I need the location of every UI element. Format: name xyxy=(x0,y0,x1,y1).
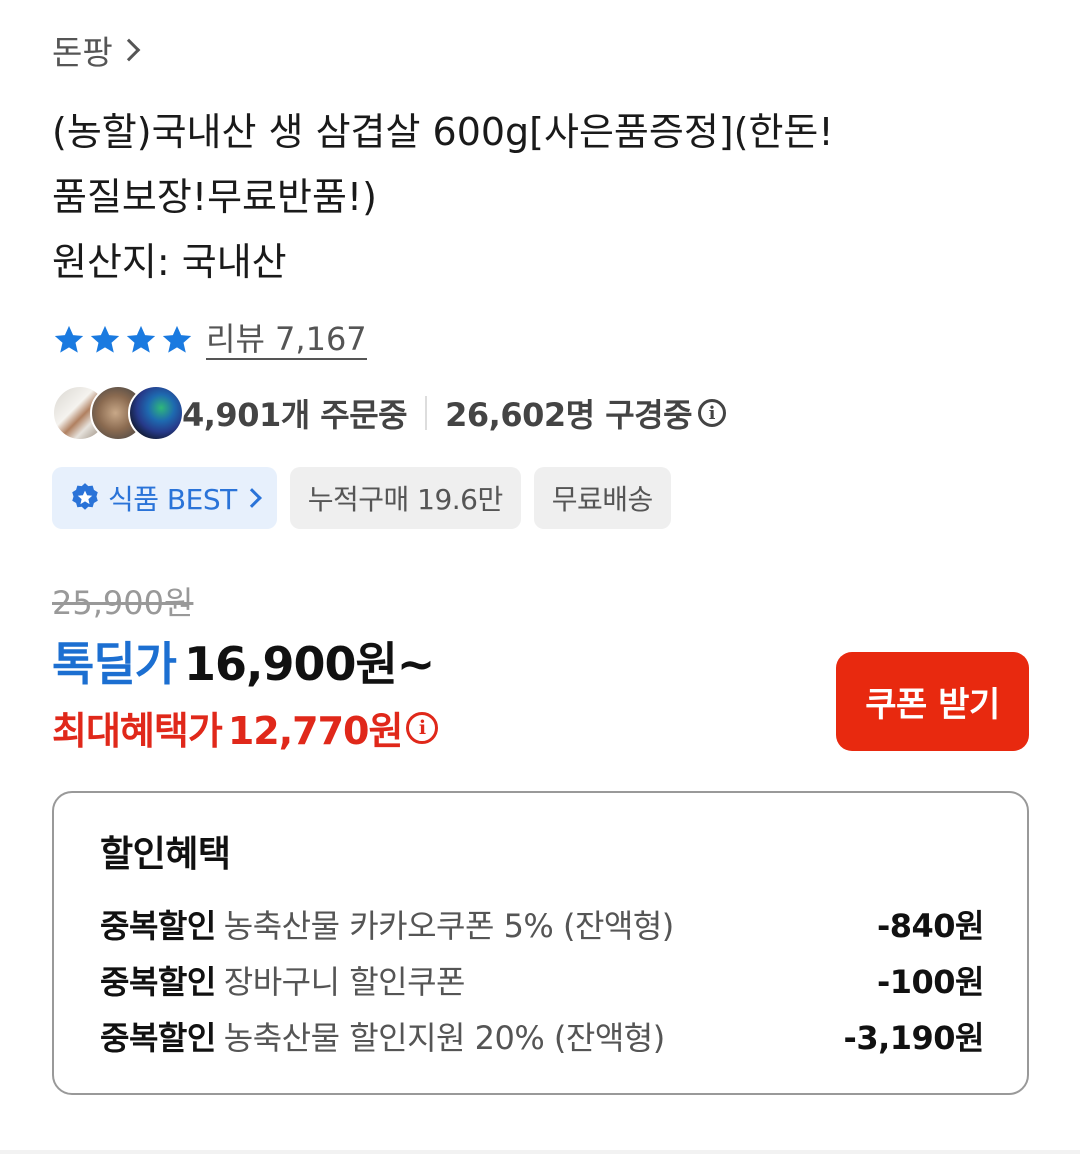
product-title-line: 품질보장!무료반품!) xyxy=(52,175,377,219)
max-benefit-label: 최대혜택가 xyxy=(52,709,223,753)
discount-row: 중복할인 장바구니 할인쿠폰 -100원 xyxy=(100,957,985,1003)
info-icon[interactable]: i xyxy=(698,399,727,427)
review-count-link[interactable]: 리뷰 7,167 xyxy=(206,320,367,360)
star-icon xyxy=(54,325,84,353)
get-coupon-button[interactable]: 쿠폰 받기 xyxy=(836,652,1029,751)
product-title: (농할)국내산 생 삼겹살 600g[사은품증정](한돈! 품질보장!무료반품!… xyxy=(52,100,952,295)
discount-title: 할인혜택 xyxy=(100,834,231,875)
badge-row: 식품 BEST 누적구매 19.6만 무료배송 xyxy=(52,467,671,529)
discount-row: 중복할인 농축산물 카카오쿠폰 5% (잔액형) -840원 xyxy=(100,901,985,947)
seller-name[interactable]: 돈팡 xyxy=(52,26,113,74)
max-benefit-row: 최대혜택가 12,770원 i xyxy=(52,700,439,755)
viewer-count: 26,602명 구경중 xyxy=(445,396,693,434)
discount-description: 농축산물 할인지원 20% (잔액형) xyxy=(223,1019,665,1057)
social-proof-row: 4,901개 주문중 26,602명 구경중 i xyxy=(52,385,727,441)
divider xyxy=(425,396,428,430)
discount-row: 중복할인 농축산물 할인지원 20% (잔액형) -3,190원 xyxy=(100,1013,985,1059)
star-icon xyxy=(162,325,192,353)
best-badge-label: 식품 BEST xyxy=(108,483,237,516)
discount-description: 농축산물 카카오쿠폰 5% (잔액형) xyxy=(223,907,675,945)
discount-amount: -840원 xyxy=(876,907,985,945)
rating-row: 리뷰 7,167 xyxy=(52,320,367,360)
max-benefit-price: 12,770원 xyxy=(227,709,404,753)
discount-amount: -100원 xyxy=(876,963,985,1001)
deal-price-row: 톡딜가 16,900원~ xyxy=(52,628,435,694)
discount-amount: -3,190원 xyxy=(843,1019,985,1057)
cumulative-purchase-badge: 누적구매 19.6만 xyxy=(289,467,521,529)
star-rating xyxy=(52,323,194,357)
avatar xyxy=(128,385,184,441)
best-badge[interactable]: 식품 BEST xyxy=(52,467,277,529)
deal-label: 톡딜가 xyxy=(52,637,177,691)
order-count: 4,901개 주문중 xyxy=(182,396,408,434)
section-divider xyxy=(0,1150,1080,1154)
badge-star-icon xyxy=(72,483,98,510)
origin-text: 원산지: 국내산 xyxy=(52,240,287,284)
product-title-line: (농할)국내산 생 삼겹살 600g[사은품증정](한돈! xyxy=(52,110,834,154)
info-icon[interactable]: i xyxy=(406,711,439,744)
buyer-avatars xyxy=(52,385,184,441)
deal-price: 16,900원~ xyxy=(183,637,435,691)
free-shipping-badge: 무료배송 xyxy=(533,467,671,529)
chevron-right-icon xyxy=(241,488,262,508)
discount-description: 장바구니 할인쿠폰 xyxy=(223,963,466,1001)
star-icon xyxy=(126,325,156,353)
original-price: 25,900원 xyxy=(52,584,194,622)
chevron-right-icon xyxy=(117,38,141,62)
seller-link[interactable]: 돈팡 xyxy=(52,26,141,74)
discount-tag: 중복할인 xyxy=(100,1019,216,1057)
discount-tag: 중복할인 xyxy=(100,963,216,1001)
star-icon xyxy=(90,325,120,353)
discount-tag: 중복할인 xyxy=(100,907,216,945)
discount-benefits-box: 할인혜택 중복할인 농축산물 카카오쿠폰 5% (잔액형) -840원 중복할인… xyxy=(52,791,1029,1095)
